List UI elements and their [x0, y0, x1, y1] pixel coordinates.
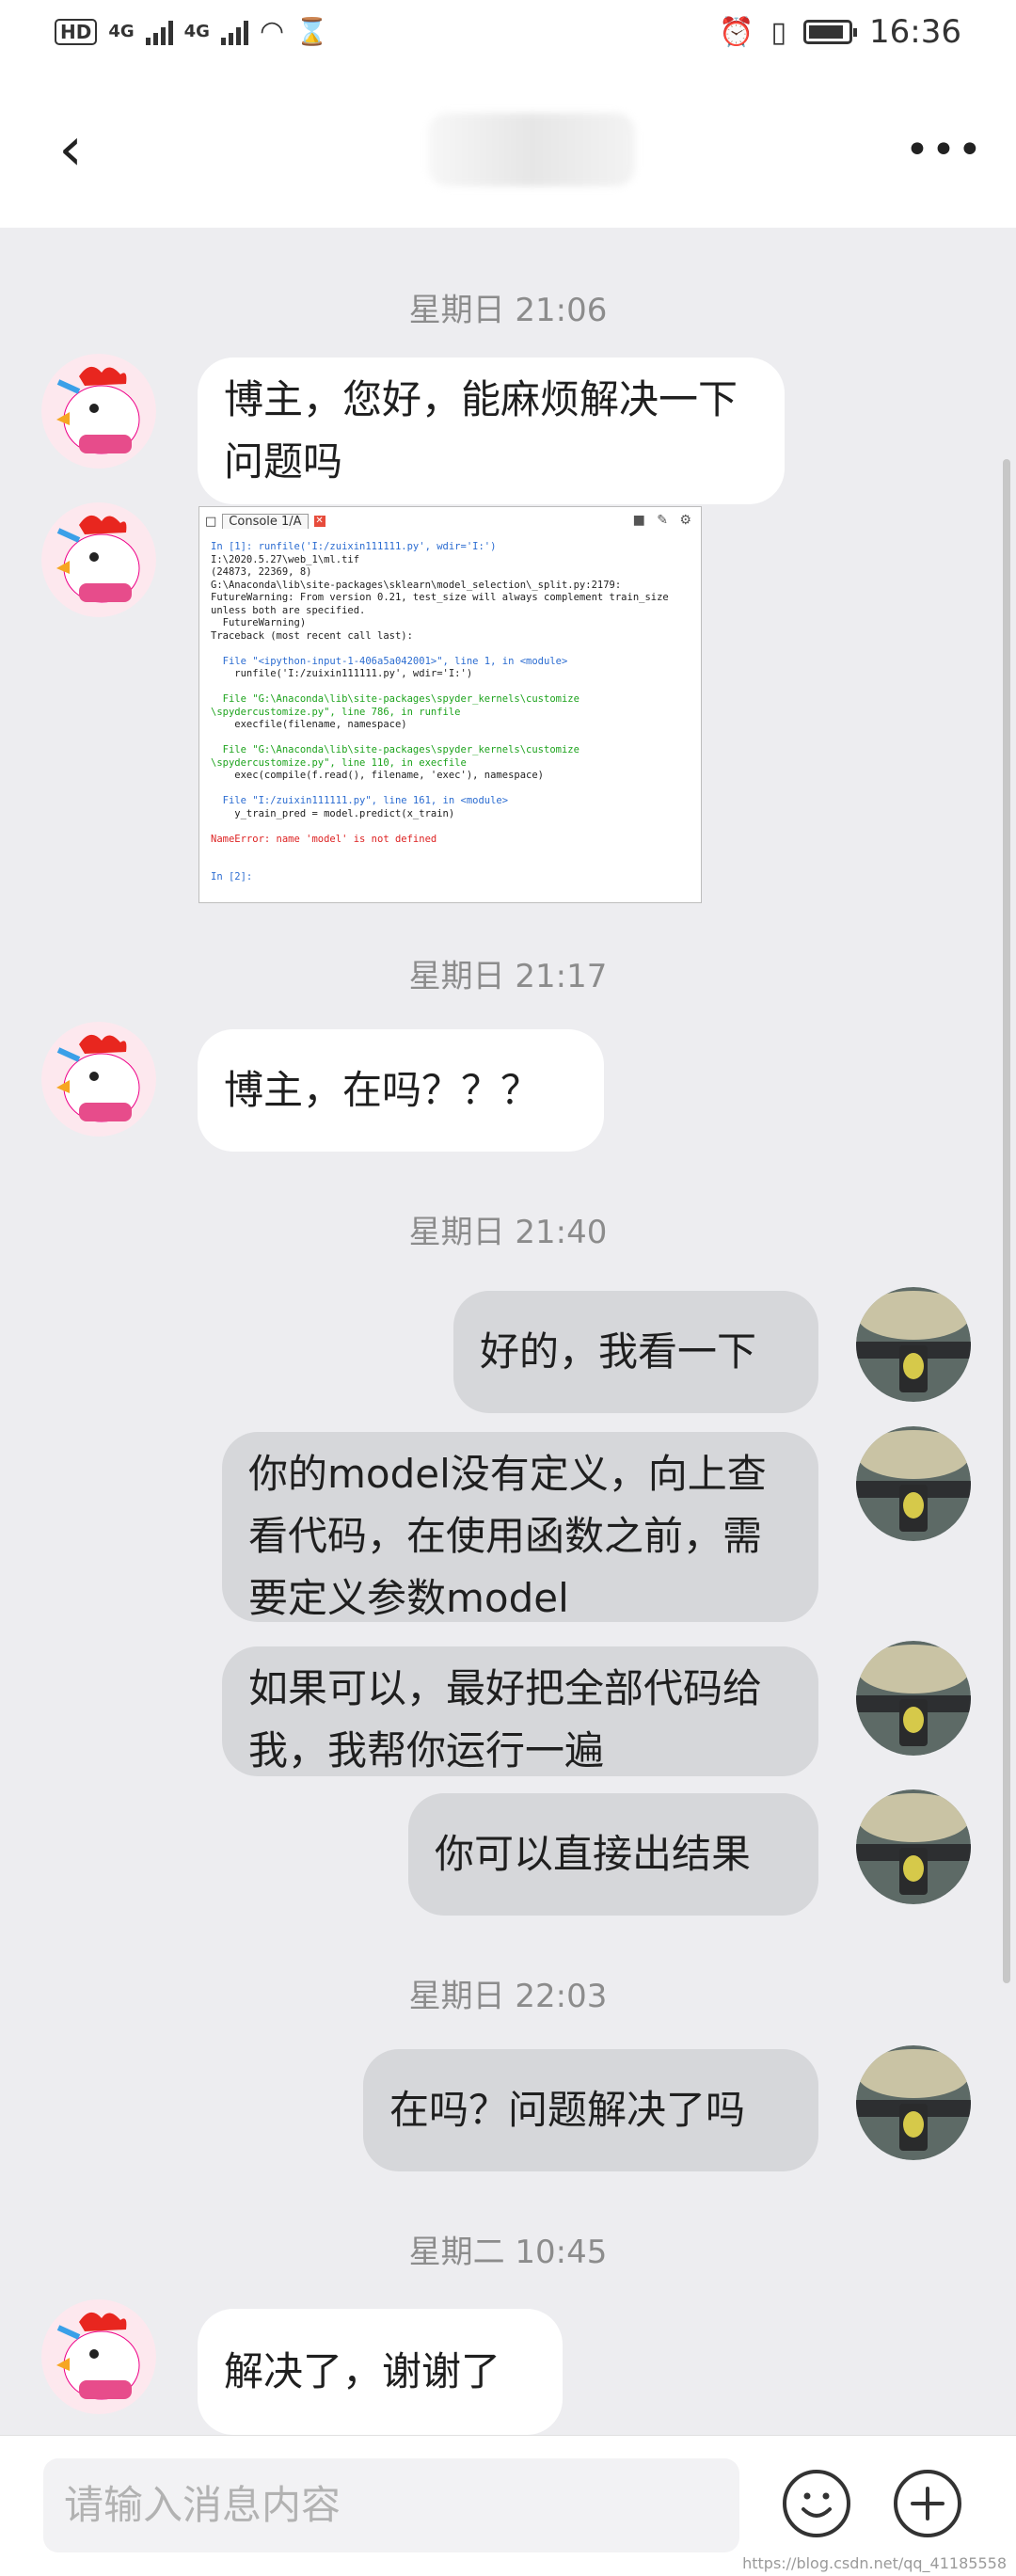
chicken-avatar-icon [41, 1022, 156, 1137]
console-line: Traceback (most recent call last): [211, 629, 413, 642]
console-line: FutureWarning) [211, 617, 307, 628]
status-time: 16:36 [869, 13, 961, 51]
incoming-message[interactable]: 博主，在吗？？？ [198, 1029, 604, 1152]
my-avatar[interactable] [856, 1426, 971, 1541]
wifi-icon: ◠ [259, 15, 285, 48]
contact-avatar[interactable] [41, 502, 156, 617]
status-left: HD 4G 4G ◠ ⌛ [55, 15, 328, 48]
outgoing-message[interactable]: 你可以直接出结果 [408, 1793, 818, 1916]
chicken-avatar-icon [41, 354, 156, 469]
console-line: In [1]: runfile('I:/zuixin111111.py', wd… [211, 541, 497, 552]
photo-avatar-icon [856, 1426, 971, 1541]
my-avatar[interactable] [856, 1641, 971, 1756]
outgoing-message[interactable]: 你的model没有定义，向上查看代码，在使用函数之前，需要定义参数model [222, 1432, 818, 1622]
console-line: File "I:/zuixin111111.py", line 161, in … [211, 795, 509, 806]
console-line: In [2]: [211, 871, 253, 883]
console-line: execfile(filename, namespace) [211, 719, 407, 730]
my-avatar[interactable] [856, 2045, 971, 2160]
more-icon[interactable]: ••• [905, 111, 982, 190]
timestamp: 星期二 10:45 [408, 2234, 608, 2271]
timestamp: 星期日 21:06 [408, 292, 608, 329]
outgoing-message[interactable]: 好的，我看一下 [453, 1291, 818, 1413]
smile-icon [802, 2492, 832, 2518]
console-line: File "G:\Anaconda\lib\site-packages\spyd… [211, 744, 579, 755]
top-bar: HD 4G 4G ◠ ⌛ ⏰ ▯ 16:36 ‹ yus yu ••• [0, 0, 1016, 228]
status-right: ⏰ ▯ 16:36 [719, 13, 961, 51]
console-line: y_train_pred = model.predict(x_train) [211, 807, 455, 819]
chat-header: ‹ yus yu ••• [0, 94, 1016, 207]
chicken-avatar-icon [41, 2299, 156, 2414]
console-line: File "G:\Anaconda\lib\site-packages\spyd… [211, 693, 579, 705]
contact-avatar[interactable] [41, 1022, 156, 1137]
contact-avatar[interactable] [41, 354, 156, 469]
console-line: I:\2020.5.27\web_1\ml.tif [211, 553, 360, 565]
watermark-text: https://blog.csdn.net/qq_41185558 [742, 2554, 1007, 2572]
outgoing-message[interactable]: 如果可以，最好把全部代码给我，我帮你运行一遍 [222, 1646, 818, 1776]
hd-badge: HD [55, 18, 98, 45]
console-line: FutureWarning: From version 0.21, test_s… [211, 592, 669, 603]
input-bar: 请输入消息内容 https://blog.csdn.net/qq_4118555… [0, 2435, 1016, 2576]
vibrate-icon: ▯ [770, 15, 787, 49]
console-line: G:\Anaconda\lib\site-packages\sklearn\mo… [211, 579, 622, 591]
status-bar: HD 4G 4G ◠ ⌛ ⏰ ▯ 16:36 [0, 0, 1016, 70]
console-line: \spydercustomize.py", line 110, in execf… [211, 756, 467, 769]
console-line: exec(compile(f.read(), filename, 'exec')… [211, 770, 545, 781]
console-line: \spydercustomize.py", line 786, in runfi… [211, 706, 461, 718]
signal-icon-1 [145, 19, 173, 45]
chat-area[interactable]: 星期日 21:06 博主，您好，能麻烦解决一下问题吗 □ Console 1/A [0, 228, 1016, 2435]
console-icon: □ [205, 514, 217, 529]
shared-screenshot-image[interactable]: □ Console 1/A ✕ ■ ✎ ⚙ In [1]: runfile('I… [198, 506, 702, 903]
photo-avatar-icon [856, 1641, 971, 1756]
console-tab: □ Console 1/A ✕ [205, 511, 325, 532]
console-tab-label: Console 1/A [222, 514, 309, 529]
outgoing-message[interactable]: 在吗？问题解决了吗 [363, 2049, 818, 2171]
hourglass-icon: ⌛ [295, 16, 329, 47]
incoming-message[interactable]: 博主，您好，能麻烦解决一下问题吗 [198, 358, 785, 504]
incoming-message[interactable]: 解决了，谢谢了 [198, 2309, 563, 2435]
photo-avatar-icon [856, 1789, 971, 1904]
close-icon: ✕ [313, 516, 325, 527]
photo-avatar-icon [856, 2045, 971, 2160]
timestamp: 星期日 21:40 [408, 1214, 608, 1251]
network-4g-label-1: 4G [108, 22, 135, 41]
add-icon [911, 2487, 945, 2520]
emoji-icon[interactable] [783, 2470, 850, 2537]
console-line: File "<ipython-input-1-406a5a042001>", l… [211, 655, 568, 667]
console-toolbar-icons: ■ ✎ ⚙ [632, 513, 695, 528]
my-avatar[interactable] [856, 1287, 971, 1402]
timestamp: 星期日 22:03 [408, 1978, 608, 2015]
scrollbar[interactable] [1003, 459, 1010, 1983]
my-avatar[interactable] [856, 1789, 971, 1904]
contact-avatar[interactable] [41, 2299, 156, 2414]
photo-avatar-icon [856, 1287, 971, 1402]
chicken-avatar-icon [41, 502, 156, 617]
network-4g-label-2: 4G [183, 22, 210, 41]
redaction-blur [428, 113, 635, 186]
plus-icon[interactable] [894, 2470, 961, 2537]
message-input[interactable]: 请输入消息内容 [43, 2458, 739, 2552]
alarm-icon: ⏰ [719, 15, 754, 49]
timestamp: 星期日 21:17 [408, 958, 608, 995]
battery-icon [803, 20, 858, 44]
console-line: runfile('I:/zuixin111111.py', wdir='I:') [211, 668, 473, 679]
signal-icon-2 [220, 19, 248, 45]
chevron-left-icon[interactable]: ‹ [38, 107, 103, 192]
console-line: NameError: name 'model' is not defined [211, 833, 437, 845]
console-line: (24873, 22369, 8) [211, 566, 312, 578]
console-output: In [1]: runfile('I:/zuixin111111.py', wd… [211, 541, 681, 884]
console-line: unless both are specified. [211, 604, 366, 616]
